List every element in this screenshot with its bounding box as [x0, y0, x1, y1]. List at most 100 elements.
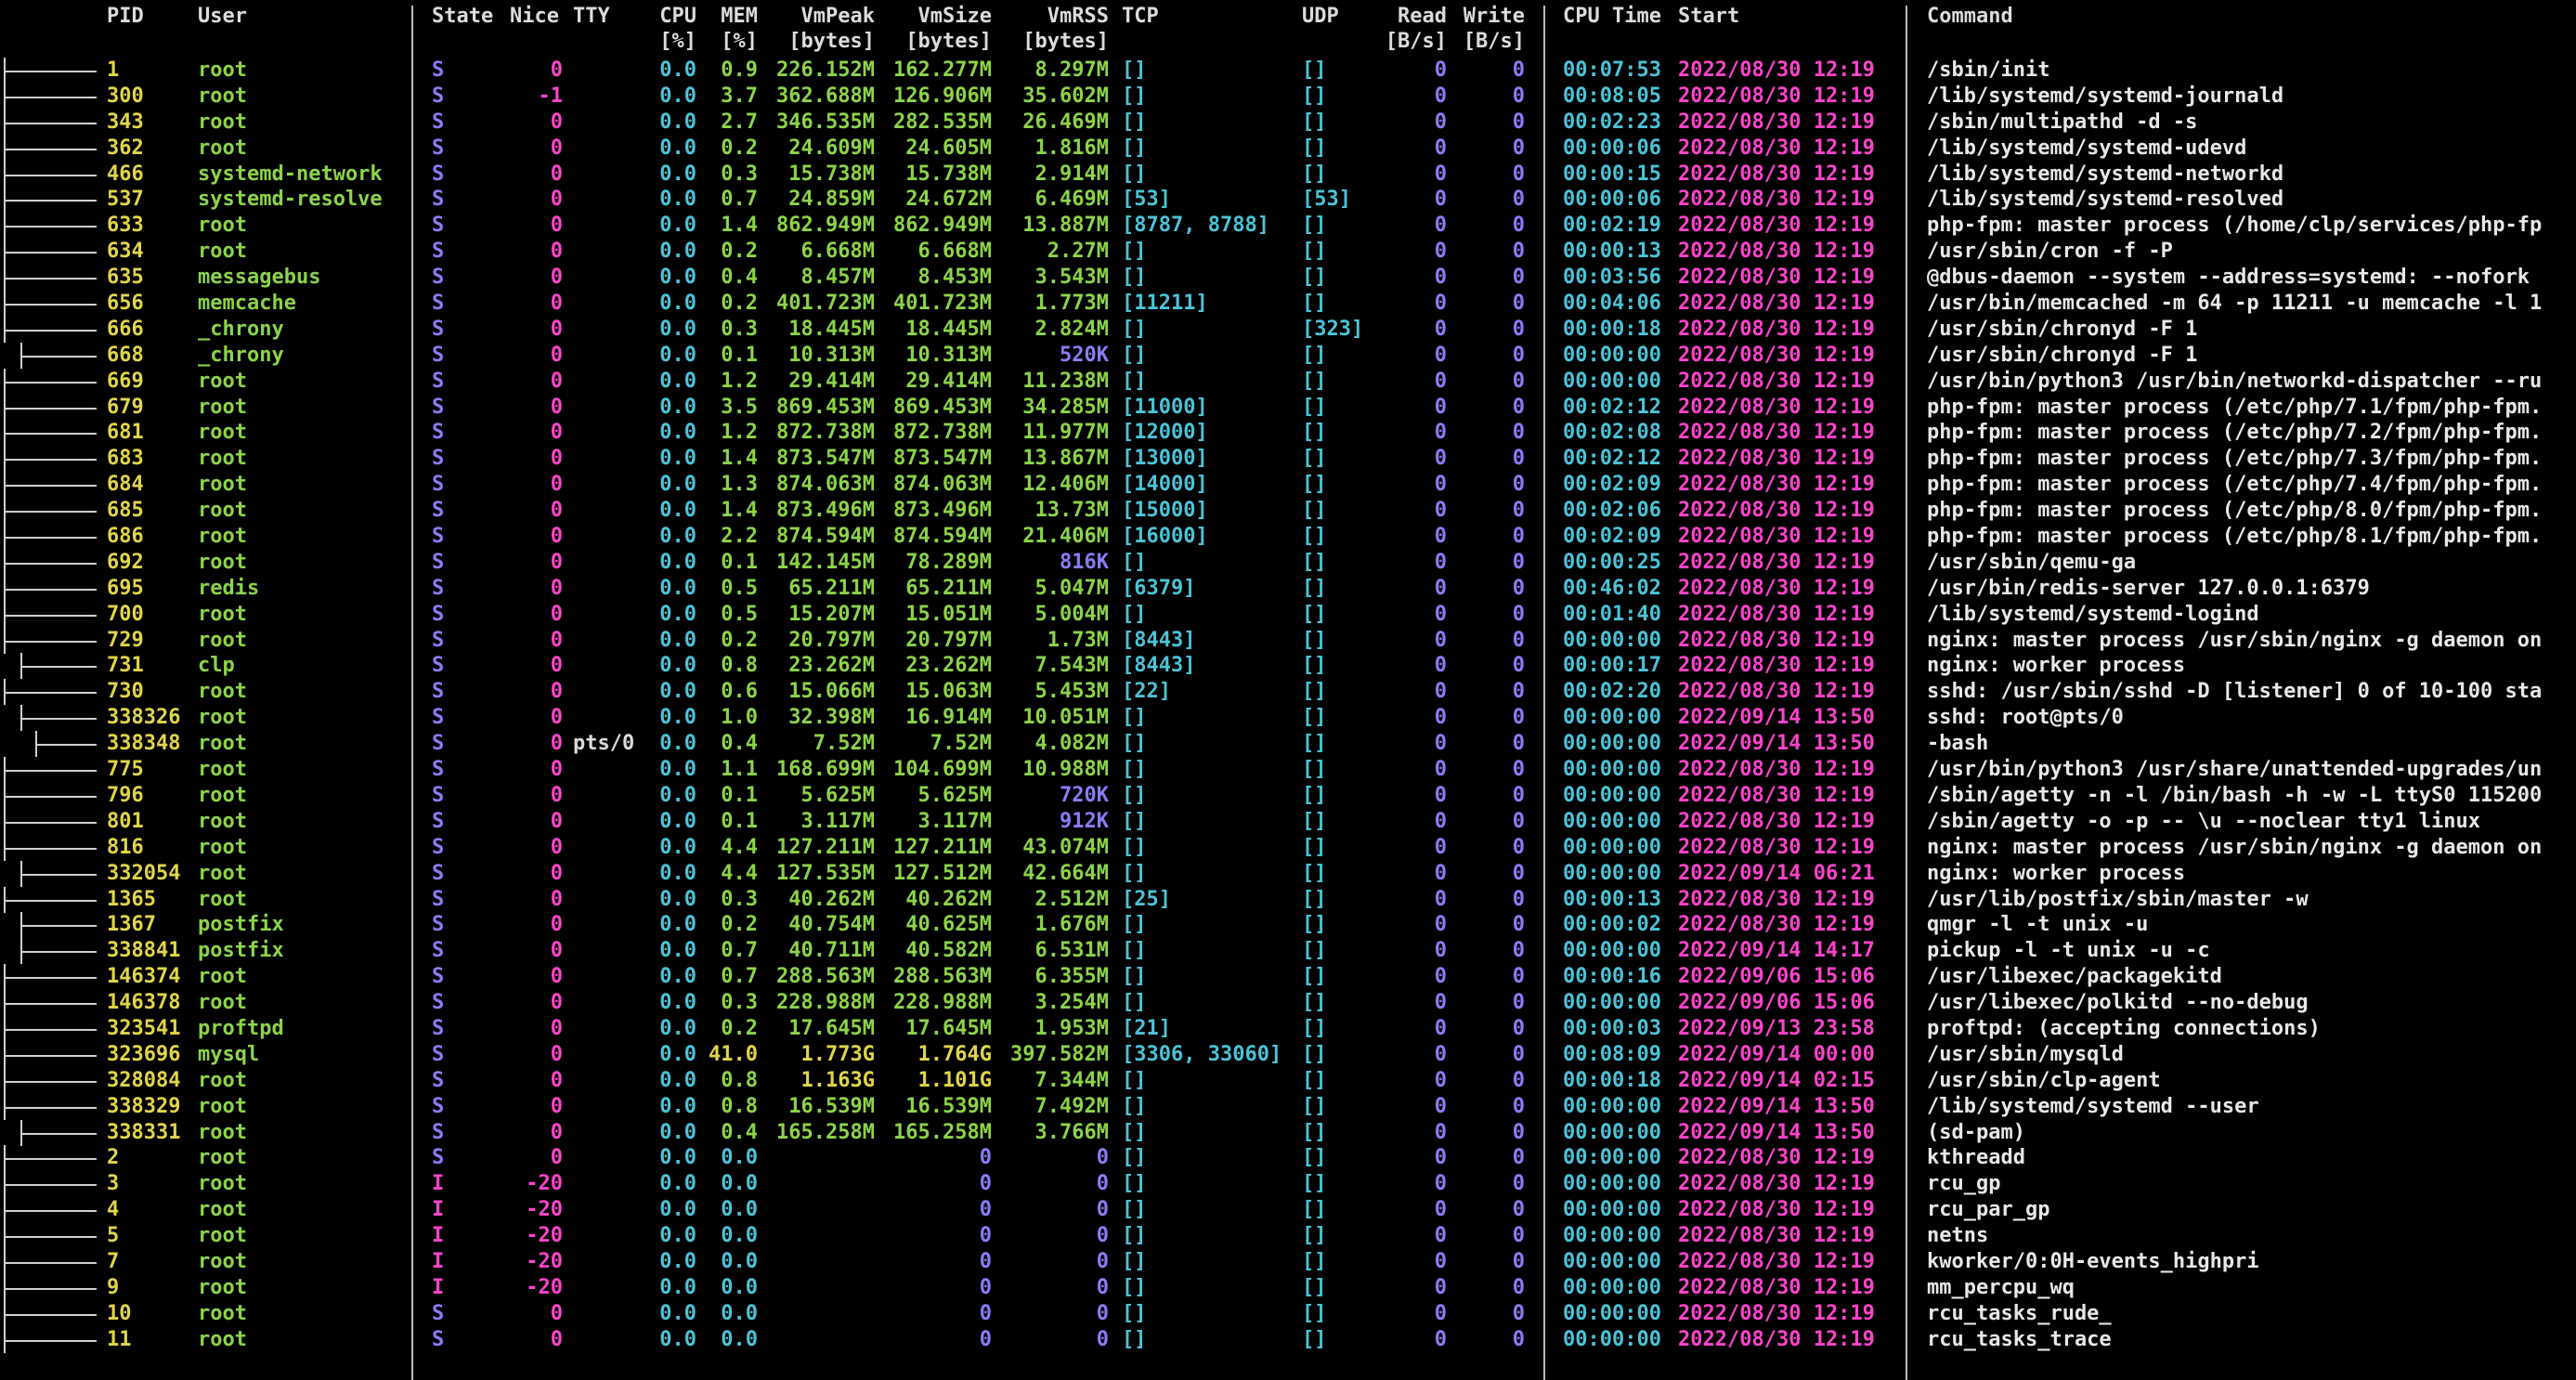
tree-branch-line — [4, 485, 97, 488]
nice-cell: 0 — [550, 602, 563, 626]
table-row[interactable]: 681 root S 0 0.0 1.2 872.738M 872.738M 11.977M [1… — [0, 420, 2576, 447]
header-pid[interactable]: PID — [107, 4, 144, 29]
table-row[interactable]: 730 root S 0 0.0 0.6 15.066M 15.063M 5.453M [22] [… — [0, 679, 2576, 706]
vmsize-cell: 162.277M — [893, 59, 992, 82]
table-row[interactable]: 816 root S 0 0.0 4.4 127.211M 127.211M 43.074M []… — [0, 834, 2576, 861]
start-cell: 2022/09/14 06:21 — [1678, 861, 1875, 885]
read-cell: 0 — [1434, 1094, 1447, 1118]
header-tty[interactable]: TTY — [573, 4, 610, 29]
header-cpu[interactable]: CPU — [641, 4, 696, 29]
cpu-cell: 0.0 — [659, 1275, 696, 1299]
table-row[interactable]: 2 root S 0 0.0 0.0 0 0 [] [] 0 0 00:00:00 2022/08/30 … — [0, 1145, 2576, 1172]
table-row[interactable]: 700 root S 0 0.0 0.5 15.207M 15.051M 5.004M [] [] 0… — [0, 601, 2576, 628]
table-row[interactable]: 10 root S 0 0.0 0.0 0 0 [] [] 0 0 00:00:00 2022/08/30… — [0, 1300, 2576, 1327]
cpu-time-cell: 00:07:53 — [1563, 59, 1661, 82]
state-cell: S — [432, 421, 445, 445]
pid-cell: 686 — [107, 525, 144, 549]
table-row[interactable]: 338841 postfix S 0 0.0 0.7 40.711M 40.582M 6.531… — [0, 938, 2576, 965]
table-row[interactable]: 692 root S 0 0.0 0.1 142.145M 78.289M 816K[][] 0 0… — [0, 549, 2576, 576]
table-row[interactable]: 338348 root S 0 pts/0 0.0 0.4 7.52M 7.52M 4.082M [… — [0, 731, 2576, 758]
table-row[interactable]: 669 root S 0 0.0 1.2 29.414M 29.414M 11.238M [] []… — [0, 368, 2576, 395]
header-udp[interactable]: UDP — [1302, 4, 1339, 29]
start-cell: 2022/09/14 13:50 — [1678, 732, 1875, 756]
header-nice[interactable]: Nice — [510, 4, 559, 29]
header-cpu-time[interactable]: CPU Time — [1563, 4, 1661, 29]
table-row[interactable]: 684 root S 0 0.0 1.3 874.063M 874.063M 12.406M [1… — [0, 472, 2576, 499]
table-row[interactable]: 695 redis S 0 0.0 0.5 65.211M 65.211M 5.047M [637… — [0, 575, 2576, 602]
table-row[interactable]: 328084 root S 0 0.0 0.8 1.163G 1.101G 7.344M [] []… — [0, 1067, 2576, 1094]
vmsize-cell: 0 — [979, 1301, 992, 1325]
table-row[interactable]: 685 root S 0 0.0 1.4 873.496M 873.496M 13.73M [15… — [0, 498, 2576, 525]
udp-cell: [] — [1302, 913, 1327, 937]
header-user[interactable]: User — [198, 4, 247, 29]
header-vmsize[interactable]: VmSize — [877, 4, 992, 29]
header-tcp[interactable]: TCP — [1122, 4, 1159, 29]
cpu-time-cell: 00:00:00 — [1563, 706, 1661, 730]
table-row[interactable]: 635 messagebus S 0 0.0 0.4 8.457M 8.453M 3.543M [… — [0, 265, 2576, 292]
table-row[interactable]: 7 root I -20 0.0 0.0 0 0 [] [] 0 0 00:00:00 2022/08/3… — [0, 1248, 2576, 1275]
table-row[interactable]: 666 _chrony S 0 0.0 0.3 18.445M 18.445M 2.824M []… — [0, 316, 2576, 343]
mem-cell: 0.3 — [721, 317, 758, 341]
table-row[interactable]: 338329 root S 0 0.0 0.8 16.539M 16.539M 7.492M []… — [0, 1093, 2576, 1120]
table-row[interactable]: 656 memcache S 0 0.0 0.2 401.723M 401.723M 1.773… — [0, 291, 2576, 318]
header-vmrss[interactable]: VmRSS — [999, 4, 1109, 29]
table-row[interactable]: 1365 root S 0 0.0 0.3 40.262M 40.262M 2.512M [25]… — [0, 886, 2576, 913]
table-row[interactable]: 634 root S 0 0.0 0.2 6.668M 6.668M 2.27M [] [] 0 0 00… — [0, 239, 2576, 266]
table-row[interactable]: 679 root S 0 0.0 3.5 869.453M 869.453M 34.285M [1… — [0, 394, 2576, 421]
table-row[interactable]: 686 root S 0 0.0 2.2 874.594M 874.594M 21.406M [1… — [0, 524, 2576, 551]
table-row[interactable]: 731 clp S 0 0.0 0.8 23.262M 23.262M 7.543M [8443]… — [0, 653, 2576, 680]
tree-connector — [0, 1145, 102, 1172]
table-row[interactable]: 1367 postfix S 0 0.0 0.2 40.754M 40.625M 1.676M [… — [0, 912, 2576, 939]
write-cell: 0 — [1512, 473, 1525, 497]
tree-trunk-line — [4, 446, 6, 473]
header-vmpeak[interactable]: VmPeak — [771, 4, 875, 29]
table-row[interactable]: 338326 root S 0 0.0 1.0 32.398M 16.914M 10.051M [… — [0, 705, 2576, 732]
vmrss-cell: 0 — [1096, 1172, 1109, 1196]
table-row[interactable]: 323541 proftpd S 0 0.0 0.2 17.645M 17.645M 1.953… — [0, 1015, 2576, 1042]
write-cell: 0 — [1512, 680, 1525, 704]
table-row[interactable]: 683 root S 0 0.0 1.4 873.547M 873.547M 13.867M [1… — [0, 446, 2576, 473]
header-state[interactable]: State — [432, 4, 493, 29]
table-row[interactable]: 343 root S 0 0.0 2.7 346.535M 282.535M 26.469M []… — [0, 109, 2576, 136]
mem-cell: 0.0 — [721, 1224, 758, 1248]
tree-branch-line — [4, 1261, 97, 1264]
state-cell: S — [432, 447, 445, 471]
vmrss-cell: 6.355M — [1034, 965, 1109, 989]
table-row[interactable]: 5 root I -20 0.0 0.0 0 0 [] [] 0 0 00:00:00 2022/08/3… — [0, 1223, 2576, 1250]
header-start[interactable]: Start — [1678, 4, 1739, 29]
user-cell: root — [198, 59, 247, 82]
table-row[interactable]: 146374 root S 0 0.0 0.7 288.563M 288.563M 6.355M… — [0, 964, 2576, 991]
table-row[interactable]: 668 _chrony S 0 0.0 0.1 10.313M 10.313M 520K [] []… — [0, 342, 2576, 369]
table-row[interactable]: 633 root S 0 0.0 1.4 862.949M 862.949M 13.887M [8… — [0, 213, 2576, 240]
cpu-time-cell: 00:00:00 — [1563, 369, 1661, 393]
table-row[interactable]: 466 systemd-network S 0 0.0 0.3 15.738M 15.738M… — [0, 161, 2576, 188]
tree-branch-line — [4, 1003, 97, 1006]
table-row[interactable]: 362 root S 0 0.0 0.2 24.609M 24.605M 1.816M [] [] 0… — [0, 135, 2576, 162]
header-write[interactable]: Write — [1451, 4, 1525, 29]
command-cell: php-fpm: master process (/home/clp/servi… — [1927, 214, 2543, 238]
command-cell: /usr/sbin/chronyd -F 1 — [1927, 317, 2198, 341]
table-row[interactable]: 4 root I -20 0.0 0.0 0 0 [] [] 0 0 00:00:00 2022/08/3… — [0, 1197, 2576, 1224]
table-row[interactable]: 796 root S 0 0.0 0.1 5.625M 5.625M 720K [] [] 0 0 00:… — [0, 782, 2576, 809]
table-row[interactable]: 332054 root S 0 0.0 4.4 127.535M 127.512M 42.664… — [0, 860, 2576, 887]
nice-cell: 0 — [550, 783, 563, 807]
table-row[interactable]: 146378 root S 0 0.0 0.3 228.988M 228.988M 3.254M… — [0, 990, 2576, 1017]
table-row[interactable]: 775 root S 0 0.0 1.1 168.699M 104.699M 10.988M []… — [0, 757, 2576, 784]
header-mem[interactable]: MEM — [702, 4, 758, 29]
tcp-cell: [] — [1122, 369, 1147, 393]
table-row[interactable]: 729 root S 0 0.0 0.2 20.797M 20.797M 1.73M [8443]… — [0, 627, 2576, 654]
table-row[interactable]: 338331 root S 0 0.0 0.4 165.258M 165.258M 3.766M… — [0, 1119, 2576, 1146]
table-row[interactable]: 9 root I -20 0.0 0.0 0 0 [] [] 0 0 00:00:00 2022/08/3… — [0, 1274, 2576, 1301]
table-row[interactable]: 1 root S 0 0.0 0.9 226.152M 162.277M 8.297M [] [] 0… — [0, 58, 2576, 84]
table-row[interactable]: 3 root I -20 0.0 0.0 0 0 [] [] 0 0 00:00:00 2022/08/3… — [0, 1171, 2576, 1198]
table-row[interactable]: 537 systemd-resolve S 0 0.0 0.7 24.859M 24.672M… — [0, 187, 2576, 214]
cpu-time-cell: 00:00:03 — [1563, 1016, 1661, 1040]
cpu-time-cell: 00:00:00 — [1563, 628, 1661, 652]
header-command[interactable]: Command — [1927, 4, 2013, 29]
cpu-cell: 0.0 — [659, 214, 696, 238]
header-read[interactable]: Read — [1374, 4, 1447, 29]
table-row[interactable]: 300 root S -1 0.0 3.7 362.688M 126.906M 35.602M [… — [0, 83, 2576, 110]
table-row[interactable]: 323696 mysql S 0 0.0 41.0 1.773G 1.764G 397.582M… — [0, 1041, 2576, 1068]
table-row[interactable]: 11 root S 0 0.0 0.0 0 0 [] [] 0 0 00:00:00 2022/08/30… — [0, 1326, 2576, 1353]
table-row[interactable]: 801 root S 0 0.0 0.1 3.117M 3.117M 912K [] [] 0 0 00:… — [0, 808, 2576, 835]
